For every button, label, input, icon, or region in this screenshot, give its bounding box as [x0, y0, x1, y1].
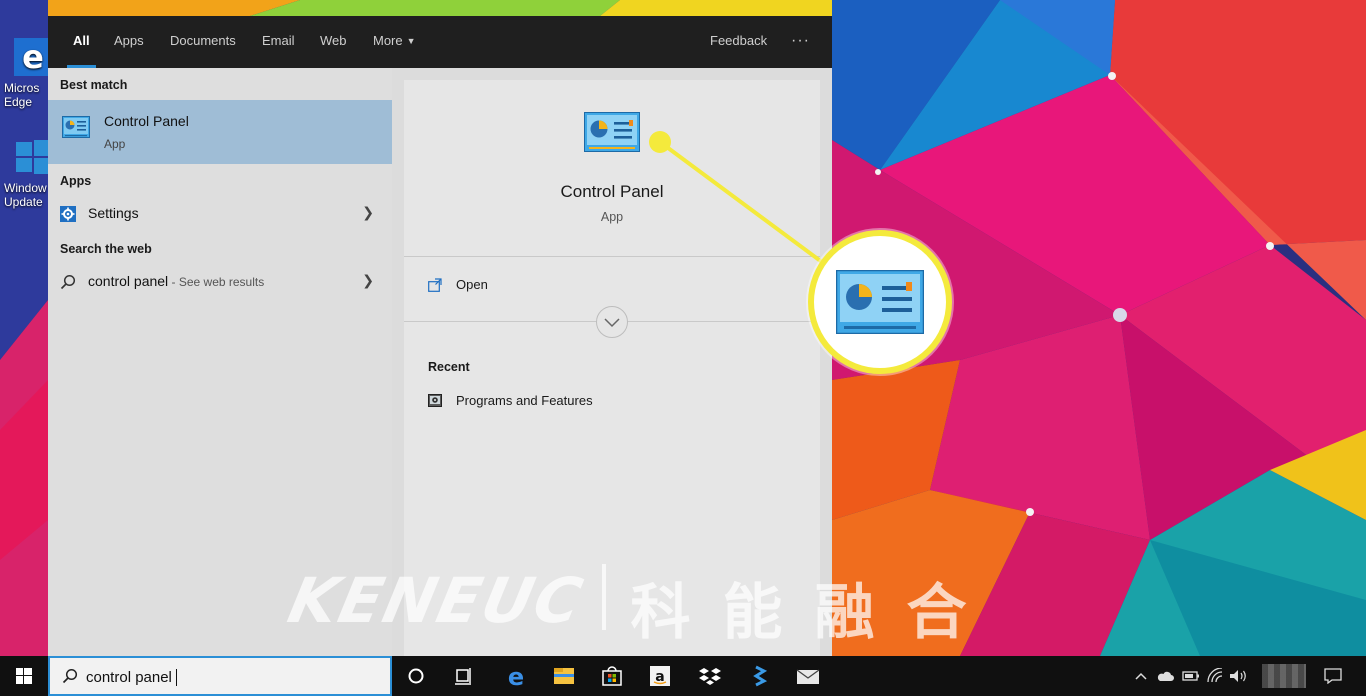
mail-button[interactable] [784, 656, 832, 696]
search-the-web-heading: Search the web [60, 242, 152, 256]
best-match-heading: Best match [60, 78, 128, 92]
open-label: Open [456, 277, 488, 292]
search-icon [60, 274, 76, 290]
cortana-button[interactable] [392, 656, 440, 696]
tab-web[interactable]: Web [320, 16, 347, 68]
web-result-label: control panel - See web results [88, 273, 264, 289]
recent-item-label: Programs and Features [456, 393, 593, 408]
windows-logo-icon [16, 668, 32, 684]
open-window-icon [428, 278, 442, 292]
amazon-button[interactable]: a [636, 656, 684, 696]
amazon-icon: a [650, 666, 670, 686]
tab-more-label: More [373, 33, 403, 48]
file-explorer-icon [554, 668, 574, 684]
tab-documents[interactable]: Documents [170, 16, 236, 68]
tab-apps[interactable]: Apps [114, 16, 144, 68]
feedback-link[interactable]: Feedback [710, 16, 767, 68]
tab-more[interactable]: More ▼ [373, 16, 416, 68]
visual-studio-button[interactable] [734, 656, 782, 696]
start-button[interactable] [0, 656, 48, 696]
onedrive-icon[interactable] [1156, 668, 1174, 684]
search-input[interactable] [86, 666, 376, 688]
best-match-control-panel[interactable]: Control Panel App [48, 100, 392, 164]
more-options-button[interactable]: ··· [791, 16, 810, 68]
expand-more-button[interactable] [596, 306, 628, 338]
watermark: KENEUC 科能融合 [282, 564, 998, 648]
task-view-button[interactable] [440, 656, 488, 696]
list-item-web-result[interactable]: control panel - See web results ❯ [48, 266, 392, 298]
watermark-latin: KENEUC [282, 564, 591, 637]
desktop-icon-label: Micros Edge [4, 81, 40, 109]
edge-icon: e [508, 663, 524, 691]
cortana-icon [408, 668, 424, 684]
settings-gear-icon [60, 206, 76, 222]
best-match-title: Control Panel [104, 113, 189, 129]
desktop-icon-edge[interactable]: e Micros Edge [4, 38, 52, 109]
chevron-right-icon[interactable]: ❯ [362, 272, 374, 289]
list-item-label: Settings [88, 205, 139, 221]
tab-email[interactable]: Email [262, 16, 295, 68]
search-icon [62, 668, 78, 684]
web-query-text: control panel [88, 273, 169, 289]
caret-down-icon: ▼ [406, 36, 416, 46]
detail-type: App [600, 210, 624, 224]
visual-studio-icon [753, 665, 768, 687]
battery-icon[interactable] [1182, 668, 1200, 684]
chevron-right-icon[interactable]: ❯ [362, 204, 374, 221]
file-explorer-button[interactable] [540, 656, 588, 696]
detail-title: Control Panel [560, 182, 664, 201]
chevron-down-icon [604, 318, 620, 328]
taskbar-search-box[interactable] [48, 656, 392, 696]
dropbox-button[interactable] [686, 656, 734, 696]
search-tab-bar: All Apps Documents Email Web More ▼ Feedb… [48, 16, 832, 68]
apps-heading: Apps [60, 174, 92, 188]
desktop-icon-windows-update[interactable]: Window Update [4, 138, 50, 209]
tab-all[interactable]: All [67, 16, 96, 68]
web-result-suffix: - See web results [168, 275, 265, 289]
text-caret [176, 669, 177, 686]
recent-item-programs-and-features[interactable]: Programs and Features [428, 392, 728, 414]
wifi-icon[interactable] [1206, 668, 1224, 684]
watermark-cjk: 科能融合 [630, 578, 999, 648]
store-button[interactable] [588, 656, 636, 696]
task-view-icon [455, 668, 471, 685]
store-icon [602, 666, 622, 686]
svg-text:e: e [22, 38, 44, 76]
recent-heading: Recent [428, 360, 470, 374]
edge-icon: e [14, 38, 52, 76]
callout-magnifier [808, 230, 952, 374]
volume-icon[interactable] [1228, 668, 1248, 684]
best-match-type: App [104, 137, 126, 151]
control-panel-icon [62, 116, 90, 138]
programs-and-features-icon [428, 394, 442, 407]
svg-text:e: e [508, 663, 524, 691]
search-panel: All Apps Documents Email Web More ▼ Feedb… [48, 16, 832, 656]
action-center-icon[interactable] [1324, 668, 1342, 684]
control-panel-icon [584, 112, 640, 152]
show-hidden-icons-chevron[interactable] [1134, 668, 1148, 684]
divider [404, 256, 820, 257]
edge-taskbar-button[interactable]: e [492, 656, 540, 696]
mail-icon [796, 669, 820, 684]
dropbox-icon [699, 668, 721, 685]
control-panel-icon [836, 270, 924, 334]
taskbar: e a [0, 656, 1366, 696]
desktop-icon-label: Window Update [4, 181, 47, 209]
list-item-settings[interactable]: Settings ❯ [48, 198, 392, 230]
windows-logo-icon [16, 140, 50, 174]
watermark-divider [602, 564, 607, 630]
clock-area-blurred[interactable] [1262, 664, 1306, 688]
